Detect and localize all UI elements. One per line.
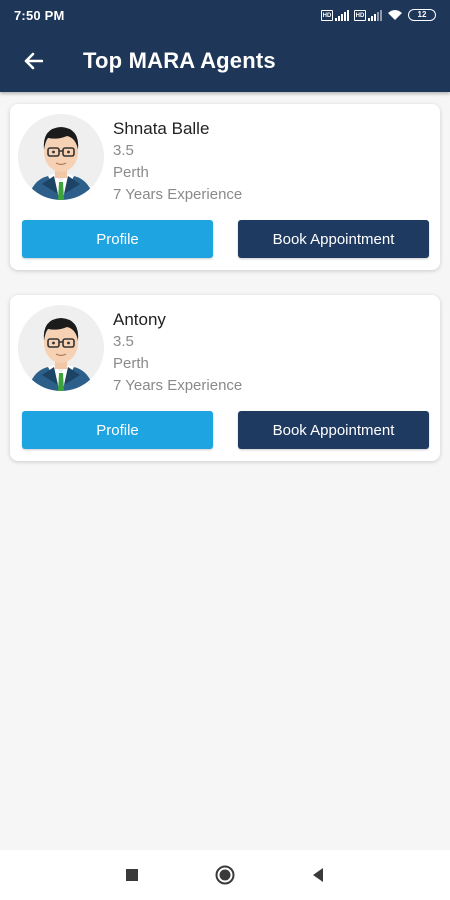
recents-button[interactable] xyxy=(122,865,142,885)
triangle-left-icon xyxy=(313,868,323,882)
signal-sim2-icon: HD xyxy=(354,9,382,21)
agent-location: Perth xyxy=(113,355,149,372)
agent-location: Perth xyxy=(113,164,149,181)
battery-icon: 12 xyxy=(408,9,436,21)
profile-button[interactable]: Profile xyxy=(22,411,213,449)
system-nav-bar xyxy=(0,850,450,900)
agent-card: Shnata Balle 3.5 Perth 7 Years Experienc… xyxy=(10,104,440,270)
page-title: Top MARA Agents xyxy=(83,48,276,73)
wifi-icon xyxy=(388,10,402,20)
status-icons: HD HD 12 xyxy=(321,9,436,21)
agent-name: Shnata Balle xyxy=(113,119,210,138)
app-bar: Top MARA Agents xyxy=(0,30,450,92)
book-appointment-button[interactable]: Book Appointment xyxy=(238,220,429,258)
agent-avatar xyxy=(18,114,104,200)
book-appointment-button[interactable]: Book Appointment xyxy=(238,411,429,449)
agent-info: Antony 3.5 Perth 7 Years Experience xyxy=(113,309,242,397)
circle-icon xyxy=(215,865,235,885)
home-button[interactable] xyxy=(215,865,235,885)
back-button[interactable] xyxy=(13,41,53,81)
back-nav-button[interactable] xyxy=(308,865,328,885)
agent-info: Shnata Balle 3.5 Perth 7 Years Experienc… xyxy=(113,118,242,206)
status-time: 7:50 PM xyxy=(14,7,65,23)
agent-card: Antony 3.5 Perth 7 Years Experience Prof… xyxy=(10,295,440,461)
square-icon xyxy=(126,869,138,881)
agent-experience: 7 Years Experience xyxy=(113,377,243,394)
profile-button[interactable]: Profile xyxy=(22,220,213,258)
agent-avatar xyxy=(18,305,104,391)
signal-sim1-icon: HD xyxy=(321,9,349,21)
agent-experience: 7 Years Experience xyxy=(113,186,243,203)
arrow-left-icon xyxy=(24,52,43,70)
agent-name: Antony xyxy=(113,310,166,329)
battery-level: 12 xyxy=(417,10,427,19)
agent-rating: 3.5 xyxy=(113,333,134,350)
agent-rating: 3.5 xyxy=(113,142,134,159)
status-bar: 7:50 PM HD HD 12 xyxy=(0,0,450,30)
